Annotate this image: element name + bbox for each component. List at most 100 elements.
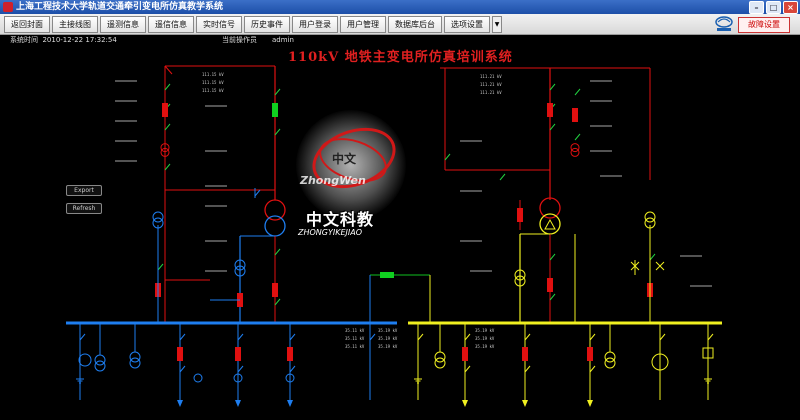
disconnector-switch [157,263,164,271]
transformer-winding [434,357,446,369]
label-placeholder [460,240,482,242]
disconnector-switch [179,333,186,341]
transformer-winding [570,147,580,157]
transformer-winding [152,211,164,223]
voltage-reading-left: 111.15 kV [202,80,224,85]
disconnector-switch [574,133,581,141]
disconnector-switch [274,248,281,256]
breaker[interactable] [272,103,278,117]
breaker [287,347,293,361]
disconnector-switch [289,365,296,373]
station-service-transformer-left [78,353,92,367]
transformer-winding [94,360,106,372]
voltage-reading-bus-left: 35.11 kV [345,328,365,333]
watermark-brand-en: ZHONGYIKEJIAO [298,228,363,237]
voltage-reading-bus-mid: 35.19 kV [378,336,398,341]
disconnector-switch [164,83,171,91]
delta-winding-symbol [544,218,556,230]
label-placeholder [590,125,612,127]
transformer-winding [644,211,656,223]
watermark-logo-text: 中文 [332,152,357,166]
disconnector-switch [549,123,556,131]
refresh-button[interactable]: Refresh [66,203,102,214]
watermark-brand: 中文科教 [306,210,375,229]
voltage-reading-right: 111.21 kV [480,74,502,79]
breaker [235,347,241,361]
disconnector-switch [549,293,556,301]
disconnector-switch [649,253,656,261]
voltage-reading-bus-mid: 35.19 kV [378,344,398,349]
disconnector-switch [369,333,376,341]
transformer-winding [604,351,616,363]
disconnector-switch [549,253,556,261]
breaker [522,347,528,361]
label-placeholder [690,285,712,287]
line-tap [164,65,173,75]
breaker [547,103,553,117]
export-button[interactable]: Export [66,185,102,196]
bus-tie-breaker[interactable] [380,272,394,278]
label-placeholder [205,105,227,107]
voltage-transformer-left [193,373,203,383]
transformer-winding [434,351,446,363]
voltage-reading-bus-left: 35.11 kV [345,336,365,341]
voltage-reading-bus-right: 35.19 kV [475,336,495,341]
breaker [587,347,593,361]
label-placeholder [115,120,137,122]
disconnector-switch [274,128,281,136]
disconnector-switch [707,333,714,341]
voltage-reading-bus-right: 35.19 kV [475,344,495,349]
disconnector-switch [589,365,596,373]
label-placeholder [115,80,137,82]
feeder-arrow [587,400,593,407]
feeder-arrow [522,400,528,407]
label-placeholder [115,100,137,102]
disconnector-switch [164,123,171,131]
breaker [272,283,278,297]
disconnector-switch [179,365,186,373]
label-placeholder [600,175,622,177]
voltage-reading-right: 111.21 kV [480,82,502,87]
feeder-arrow [177,400,183,407]
disconnector-switch [289,333,296,341]
voltage-reading-left: 111.15 kV [202,88,224,93]
watermark-logo: 中文 ZhongWen 中文科教 ZHONGYIKEJIAO [296,110,406,240]
disconnector-switch [274,88,281,96]
voltage-reading-bus-left: 35.11 kV [345,344,365,349]
transformer-winding [129,357,141,369]
voltage-reading-left: 111.15 kV [202,72,224,77]
label-placeholder [115,140,137,142]
label-placeholder [205,150,227,152]
disconnector-switch [79,333,86,341]
disconnector-switch [524,333,531,341]
transformer-winding [94,354,106,366]
disconnector-switch [589,333,596,341]
label-placeholder [590,150,612,152]
label-placeholder [590,100,612,102]
label-placeholder [205,270,227,272]
label-placeholder [115,160,137,162]
label-placeholder [460,140,482,142]
voltage-reading-bus-right: 35.19 kV [475,328,495,333]
disconnector-switch [237,333,244,341]
transformer-winding [604,357,616,369]
disconnector-switch [237,365,244,373]
label-placeholder [470,270,492,272]
label-placeholder [590,80,612,82]
disconnector-switch [574,88,581,96]
breaker [547,278,553,292]
label-placeholder [205,240,227,242]
watermark-logo-en: ZhongWen [300,174,366,187]
main-transformer-left-hv [264,199,286,221]
disconnector-switch [444,153,451,161]
voltage-reading-right: 111.21 kV [480,90,502,95]
transformer-winding [570,143,580,153]
breaker [462,347,468,361]
disconnector-switch [417,333,424,341]
breaker [177,347,183,361]
label-placeholder [205,185,227,187]
disconnector-switch [464,333,471,341]
breaker [517,208,523,222]
voltage-reading-bus-mid: 35.19 kV [378,328,398,333]
disconnector-switch [549,83,556,91]
